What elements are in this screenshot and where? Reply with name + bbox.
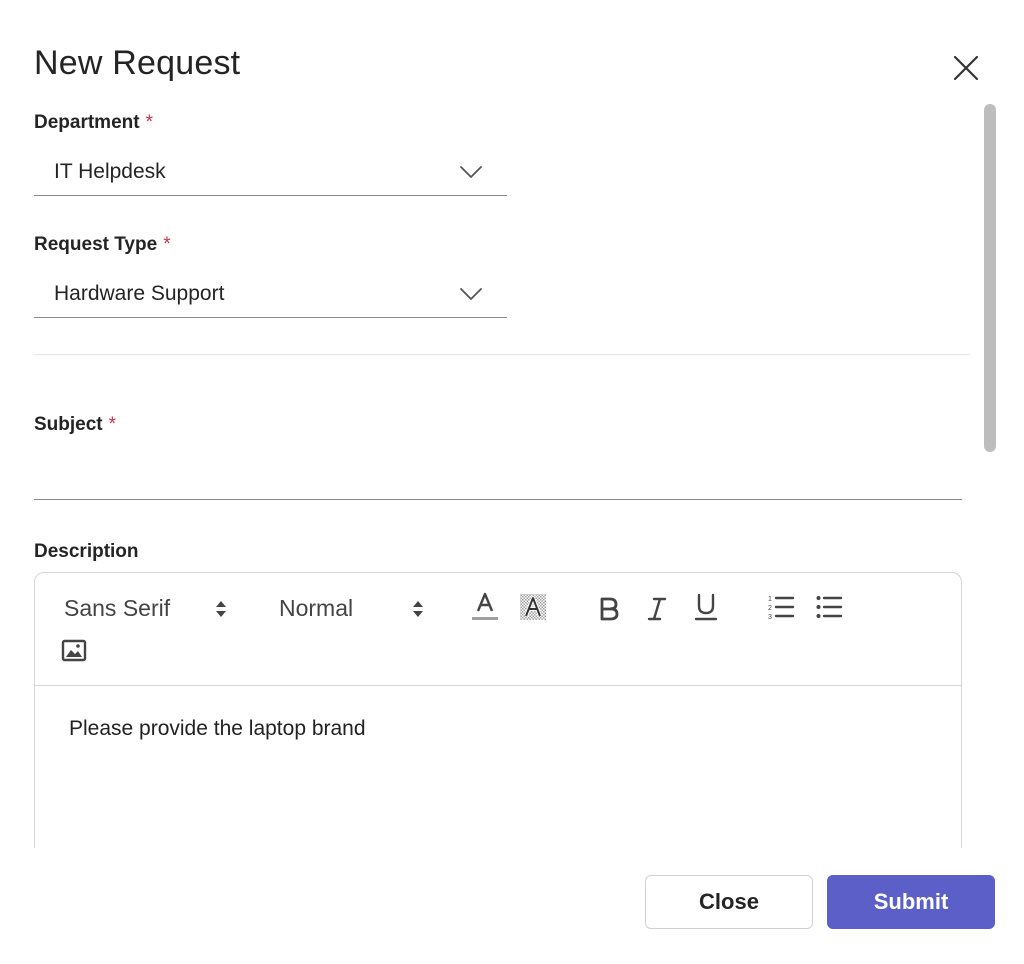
scrollbar-thumb[interactable] xyxy=(984,104,996,452)
request-type-label: Request Type * xyxy=(34,234,171,256)
request-type-dropdown[interactable]: Hardware Support xyxy=(34,272,507,318)
svg-text:3: 3 xyxy=(768,614,772,621)
italic-icon[interactable] xyxy=(641,593,673,625)
department-dropdown[interactable]: IT Helpdesk xyxy=(34,150,507,196)
close-icon[interactable] xyxy=(948,50,984,86)
department-value: IT Helpdesk xyxy=(54,160,166,183)
new-request-dialog: New Request Department * IT Helpdesk Requ… xyxy=(0,0,1024,964)
submit-button[interactable]: Submit xyxy=(827,875,995,929)
close-button[interactable]: Close xyxy=(645,875,813,929)
required-asterisk: * xyxy=(163,234,171,255)
font-size-picker[interactable]: Normal xyxy=(279,595,353,622)
dialog-title: New Request xyxy=(34,44,241,82)
updown-arrow-icon[interactable] xyxy=(215,600,227,618)
chevron-down-icon xyxy=(460,288,482,300)
request-type-label-text: Request Type xyxy=(34,234,158,255)
chevron-down-icon xyxy=(460,166,482,178)
department-label: Department * xyxy=(34,112,153,134)
bold-icon[interactable] xyxy=(593,593,625,625)
subject-label: Subject * xyxy=(34,414,116,436)
subject-input[interactable] xyxy=(34,448,962,500)
updown-arrow-icon[interactable] xyxy=(412,600,424,618)
section-divider xyxy=(34,354,970,355)
rich-text-editor: Sans Serif Normal 1 2 3 Please provide t… xyxy=(34,572,962,892)
request-type-value: Hardware Support xyxy=(54,282,225,305)
required-asterisk: * xyxy=(108,414,117,435)
font-color-icon[interactable] xyxy=(469,591,501,623)
department-label-text: Department xyxy=(34,112,140,133)
bullet-list-icon[interactable] xyxy=(813,591,845,623)
ordered-list-icon[interactable]: 1 2 3 xyxy=(765,591,797,623)
svg-text:2: 2 xyxy=(768,605,772,612)
highlight-icon[interactable] xyxy=(517,591,549,623)
editor-toolbar: Sans Serif Normal 1 2 3 xyxy=(35,573,961,686)
required-asterisk: * xyxy=(145,112,153,133)
svg-text:1: 1 xyxy=(768,596,772,603)
image-icon[interactable] xyxy=(58,635,90,667)
description-label: Description xyxy=(34,541,139,562)
underline-icon[interactable] xyxy=(690,591,722,623)
subject-label-text: Subject xyxy=(34,414,103,435)
font-family-picker[interactable]: Sans Serif xyxy=(64,595,170,622)
